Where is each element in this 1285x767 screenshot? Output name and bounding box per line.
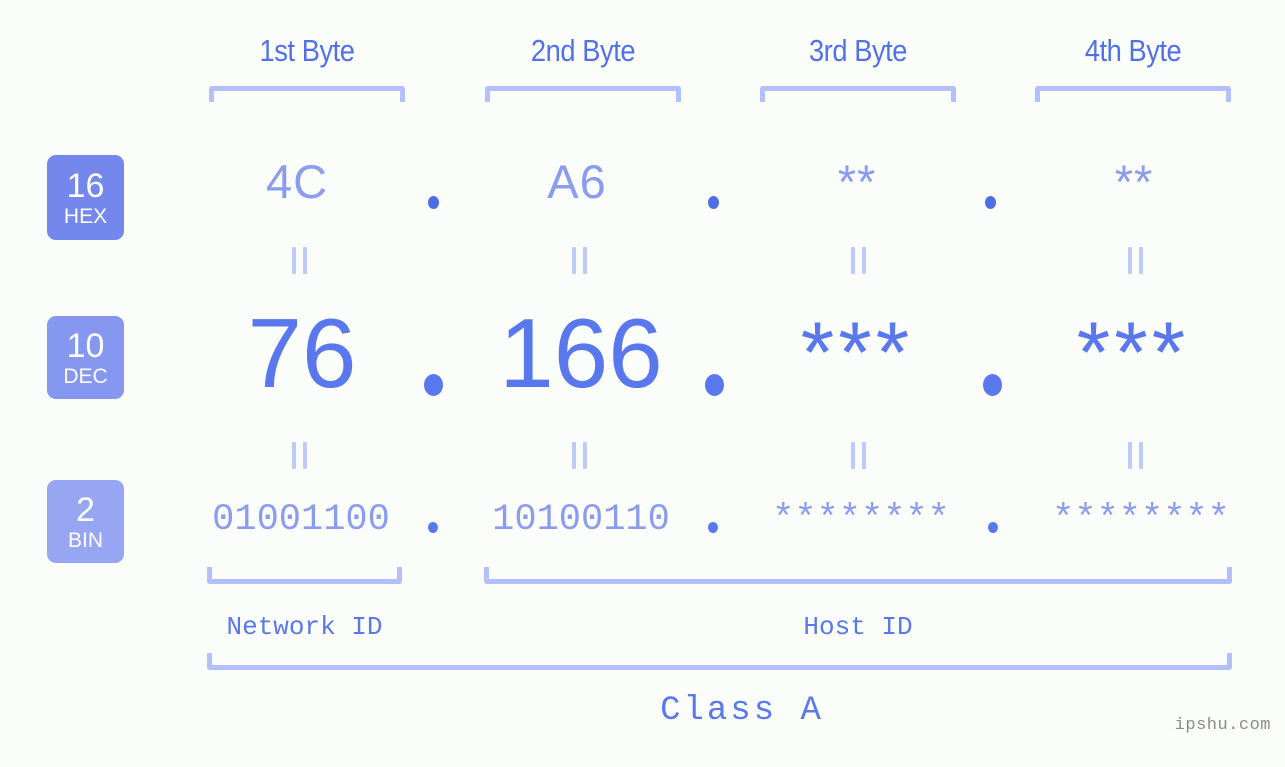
bin-separator-dot-1 xyxy=(428,522,438,533)
dec-byte-4: *** xyxy=(1076,305,1190,401)
bin-byte-1: 01001100 xyxy=(212,499,390,541)
dec-separator-dot-2 xyxy=(705,374,724,396)
base-badge-bin-number: 2 xyxy=(76,490,95,529)
hex-separator-dot-3 xyxy=(985,196,996,209)
hex-byte-2: A6 xyxy=(547,155,607,208)
equals-mark-dec-bin-3 xyxy=(847,442,869,469)
hex-byte-3: ** xyxy=(837,155,877,208)
base-badge-bin-name: BIN xyxy=(67,528,103,552)
base-badge-dec-number: 10 xyxy=(66,326,105,365)
base-badge-dec: 10 DEC xyxy=(47,316,124,399)
host-id-bracket xyxy=(484,567,1232,584)
bin-byte-4: ******** xyxy=(1052,499,1230,541)
byte-bracket-1 xyxy=(209,86,405,102)
dec-byte-3: *** xyxy=(800,305,914,401)
base-badge-hex-number: 16 xyxy=(66,166,105,205)
equals-mark-hex-dec-3 xyxy=(847,247,869,274)
hex-byte-1: 4C xyxy=(265,155,329,208)
equals-mark-dec-bin-1 xyxy=(288,442,310,469)
hex-separator-dot-1 xyxy=(428,196,439,209)
equals-mark-hex-dec-4 xyxy=(1124,247,1146,274)
network-id-bracket xyxy=(207,567,402,584)
equals-mark-dec-bin-4 xyxy=(1124,442,1146,469)
class-label: Class A xyxy=(660,692,824,730)
hex-byte-4: ** xyxy=(1114,155,1154,208)
ip-byte-breakdown-diagram: 1st Byte 2nd Byte 3rd Byte 4th Byte 16 H… xyxy=(0,0,1285,767)
host-id-label: Host ID xyxy=(803,612,913,642)
byte-header-label-4: 4th Byte xyxy=(1084,33,1182,68)
dec-separator-dot-1 xyxy=(424,374,443,396)
base-badge-hex: 16 HEX xyxy=(47,155,124,240)
network-id-label: Network ID xyxy=(226,612,383,642)
hex-separator-dot-2 xyxy=(708,196,719,209)
site-watermark: ipshu.com xyxy=(1174,716,1271,735)
dec-byte-1: 76 xyxy=(247,298,357,408)
byte-bracket-2 xyxy=(485,86,681,102)
dec-byte-2: 166 xyxy=(499,298,663,408)
equals-mark-dec-bin-2 xyxy=(568,442,590,469)
bin-separator-dot-3 xyxy=(988,522,998,533)
dec-separator-dot-3 xyxy=(983,374,1002,396)
equals-mark-hex-dec-1 xyxy=(288,247,310,274)
byte-header-label-2: 2nd Byte xyxy=(530,33,636,68)
byte-header-label-1: 1st Byte xyxy=(259,33,355,68)
bin-byte-3: ******** xyxy=(772,499,950,541)
bin-separator-dot-2 xyxy=(708,522,718,533)
bin-byte-2: 10100110 xyxy=(492,499,670,541)
byte-bracket-3 xyxy=(760,86,956,102)
equals-mark-hex-dec-2 xyxy=(568,247,590,274)
base-badge-hex-name: HEX xyxy=(63,204,108,228)
base-badge-dec-name: DEC xyxy=(63,364,108,388)
class-bracket xyxy=(207,653,1232,670)
base-badge-bin: 2 BIN xyxy=(47,480,124,563)
byte-header-label-3: 3rd Byte xyxy=(808,33,908,68)
byte-bracket-4 xyxy=(1035,86,1231,102)
